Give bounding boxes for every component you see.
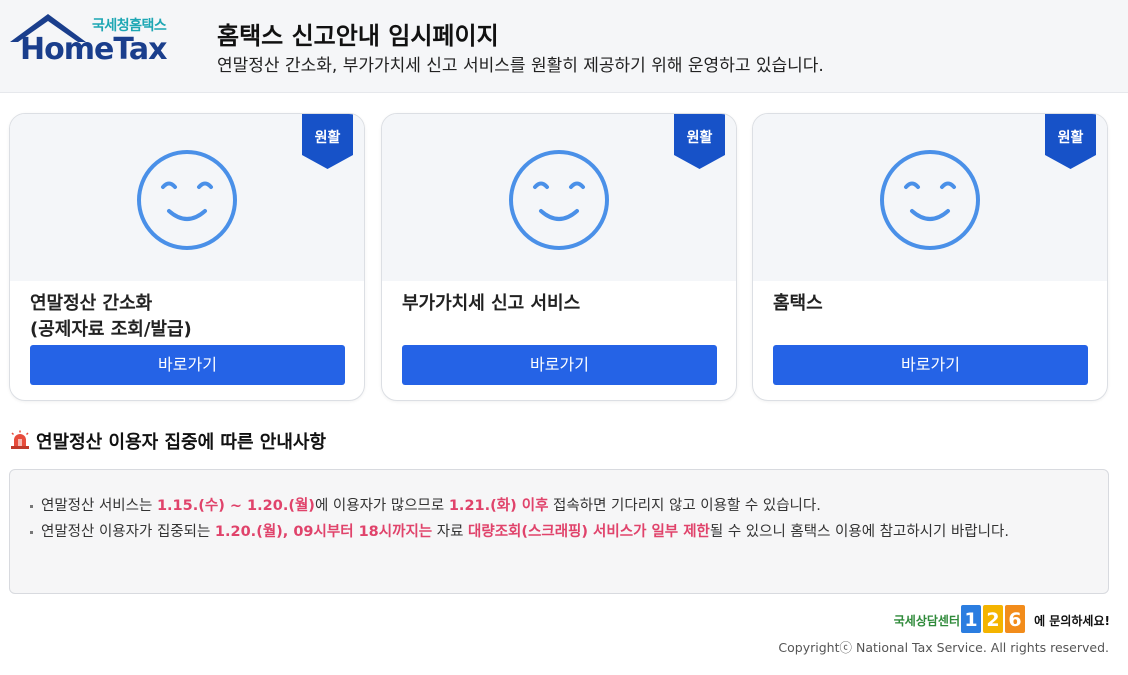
notice-highlight: 1.21.(화) 이후 xyxy=(448,498,549,514)
notice-text: 연말정산 이용자가 집중되는 xyxy=(41,524,215,540)
notice-heading-text: 연말정산 이용자 집중에 따른 안내사항 xyxy=(36,432,327,453)
notice-highlight: 대량조회(스크래핑) 서비스가 일부 제한 xyxy=(468,524,710,540)
go-button-year-end-settlement[interactable]: 바로가기 xyxy=(30,345,345,385)
status-badge: 원활 xyxy=(302,114,353,169)
card-title-line2: (공제자료 조회/발급) xyxy=(30,319,192,340)
card-title: 홈택스 xyxy=(773,291,823,317)
card-title-line1: 연말정산 간소화 xyxy=(30,293,153,314)
status-badge-label: 원활 xyxy=(686,130,713,146)
go-button-hometax[interactable]: 바로가기 xyxy=(773,345,1088,385)
smiley-face-icon xyxy=(137,150,237,250)
smiley-face-icon xyxy=(880,150,980,250)
notice-text: 자료 xyxy=(432,524,469,540)
notice-box: 연말정산 서비스는 1.15.(수) ~ 1.20.(월)에 이용자가 많으므로… xyxy=(9,469,1109,594)
page-title: 홈택스 신고안내 임시페이지 xyxy=(217,22,499,50)
notice-list: 연말정산 서비스는 1.15.(수) ~ 1.20.(월)에 이용자가 많으므로… xyxy=(28,494,1068,546)
call-center-digit: 6 xyxy=(1008,609,1021,631)
card-title-line1: 홈택스 xyxy=(773,293,823,314)
page-subtitle: 연말정산 간소화, 부가가치세 신고 서비스를 원활히 제공하기 위해 운영하고… xyxy=(217,56,824,76)
card-title: 연말정산 간소화 (공제자료 조회/발급) xyxy=(30,291,192,343)
notice-highlight: 1.20.(월), 09시부터 18시까지는 xyxy=(214,524,433,540)
siren-icon xyxy=(11,430,29,449)
card-title: 부가가치세 신고 서비스 xyxy=(402,291,580,317)
notice-text: 에 이용자가 많으므로 xyxy=(314,498,449,514)
call-center-digit: 1 xyxy=(964,609,977,631)
status-badge: 원활 xyxy=(674,114,725,169)
call-center-suffix: 에 문의하세요! xyxy=(1034,614,1110,628)
notice-text: 연말정산 서비스는 xyxy=(41,498,157,514)
logo-english-text: HomeTax xyxy=(20,32,168,67)
service-card-hometax: 원활 홈택스 바로가기 xyxy=(752,113,1108,401)
status-badge-label: 원활 xyxy=(1057,130,1084,146)
notice-item: 연말정산 서비스는 1.15.(수) ~ 1.20.(월)에 이용자가 많으므로… xyxy=(28,494,1068,518)
status-badge: 원활 xyxy=(1045,114,1096,169)
notice-item: 연말정산 이용자가 집중되는 1.20.(월), 09시부터 18시까지는 자료… xyxy=(28,520,1068,544)
go-button-vat-filing[interactable]: 바로가기 xyxy=(402,345,717,385)
service-card-vat-filing: 원활 부가가치세 신고 서비스 바로가기 xyxy=(381,113,737,401)
status-badge-label: 원활 xyxy=(314,130,341,146)
service-card-year-end-settlement: 원활 연말정산 간소화 (공제자료 조회/발급) 바로가기 xyxy=(9,113,365,401)
copyright-text: Copyrightⓒ National Tax Service. All rig… xyxy=(778,640,1109,655)
page-header: 국세청홈택스 HomeTax 홈택스 신고안내 임시페이지 연말정산 간소화, … xyxy=(0,0,1128,93)
card-title-line1: 부가가치세 신고 서비스 xyxy=(402,293,581,314)
notice-highlight: 1.15.(수) ~ 1.20.(월) xyxy=(156,498,315,514)
call-center-label: 국세상담센터 xyxy=(893,614,960,628)
call-center-number-icon: 1 26 xyxy=(961,605,1025,633)
smiley-face-icon xyxy=(509,150,609,250)
notice-text: 될 수 있으니 홈택스 이용에 참고하시기 바랍니다. xyxy=(709,524,1009,540)
notice-text: 접속하면 기다리지 않고 이용할 수 있습니다. xyxy=(548,498,821,514)
call-center-digit: 2 xyxy=(986,609,999,631)
hometax-logo[interactable]: 국세청홈택스 HomeTax xyxy=(8,12,180,72)
